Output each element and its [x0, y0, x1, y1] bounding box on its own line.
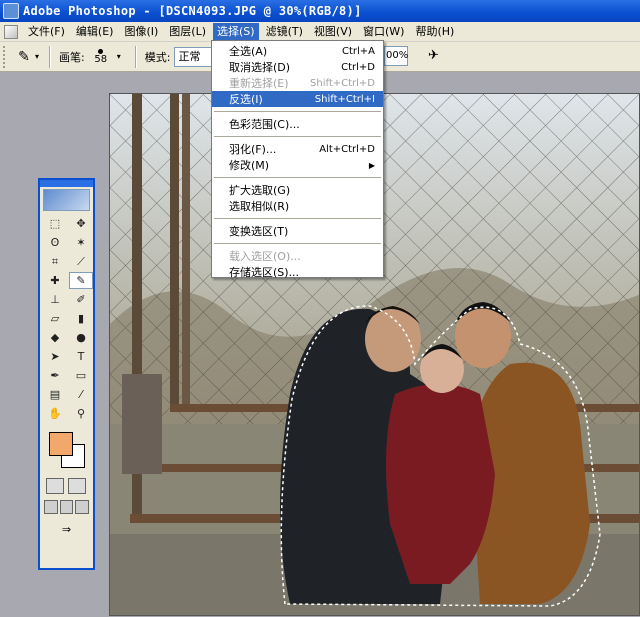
menu-item-5[interactable]: 滤镜(T)	[262, 23, 307, 41]
gradient-icon[interactable]: ▮	[69, 310, 93, 327]
menu-shortcut: Shift+Ctrl+D	[310, 77, 375, 89]
menu-separator	[214, 177, 381, 178]
brush-size: 58	[94, 53, 108, 65]
menu-item-label: 色彩范围(C)...	[229, 118, 300, 131]
mode-label: 模式:	[144, 50, 171, 64]
blur-icon[interactable]: ◆	[43, 329, 67, 346]
menu-item-7[interactable]: 窗口(W)	[359, 23, 408, 41]
magic-wand-icon[interactable]: ✶	[69, 234, 93, 251]
brush-label: 画笔:	[59, 50, 85, 64]
shape-icon[interactable]: ▭	[69, 367, 93, 384]
adobe-online-icon[interactable]	[43, 189, 90, 211]
menu-separator	[214, 111, 381, 112]
menu-bar: 文件(F) 编辑(E) 图像(I) 图层(L) 选择(S) 滤镜(T) 视图(V) 窗口(W)…	[0, 22, 640, 42]
menu-item-8[interactable]: 帮助(H)	[411, 23, 458, 41]
opacity-field[interactable]: 00%	[384, 46, 408, 66]
slice-icon[interactable]: ⟋	[69, 253, 93, 270]
menu-item-3[interactable]: 图层(L)	[165, 23, 210, 41]
divider	[49, 45, 52, 68]
options-grip[interactable]	[3, 45, 7, 68]
menu-item-label: 扩大选取(G)	[229, 184, 291, 197]
brush-picker[interactable]: 58	[89, 44, 113, 70]
menu-item-label: 重新选择(E)	[229, 77, 289, 90]
select-menu-dropdown: 全选(A) Ctrl+A 取消选择(D) Ctrl+D 重新选择(E) Shift+Ctr…	[211, 40, 384, 280]
foreground-color-swatch[interactable]	[49, 432, 73, 456]
photoshop-app-icon	[3, 3, 19, 19]
select-menu-item[interactable]: 色彩范围(C)...	[212, 116, 383, 132]
select-menu-item[interactable]: 羽化(F)... Alt+Ctrl+D	[212, 141, 383, 157]
window-title: Adobe Photoshop - [DSCN4093.JPG @ 30%(RG…	[23, 4, 362, 18]
menu-separator	[214, 243, 381, 244]
menu-item-label: 取消选择(D)	[229, 61, 291, 74]
select-menu-item[interactable]: 变换选区(T)	[212, 223, 383, 239]
pen-icon[interactable]: ✒	[43, 367, 67, 384]
select-menu-item[interactable]: 全选(A) Ctrl+A	[212, 43, 383, 59]
menu-item-label: 反选(I)	[229, 93, 263, 106]
move-icon[interactable]: ✥	[69, 215, 93, 232]
type-icon[interactable]: T	[69, 348, 93, 365]
chevron-down-icon[interactable]: ▾	[35, 52, 39, 61]
notes-icon[interactable]: ▤	[43, 386, 67, 403]
color-swatches	[43, 430, 90, 474]
chevron-down-icon[interactable]: ▾	[117, 52, 121, 61]
crop-icon[interactable]: ⌗	[43, 253, 67, 270]
select-menu-item[interactable]: 修改(M) ▶	[212, 157, 383, 173]
select-menu-item[interactable]: 载入选区(O)...	[212, 248, 383, 264]
toolbox-title-bar[interactable]	[40, 180, 93, 187]
menu-item-label: 选取相似(R)	[229, 200, 290, 213]
brush-tool-preset-icon[interactable]: ✎	[13, 46, 35, 68]
zoom-icon[interactable]: ⚲	[69, 405, 93, 422]
menu-separator	[214, 136, 381, 137]
full-screen-button[interactable]	[75, 500, 90, 514]
menu-item-1[interactable]: 编辑(E)	[72, 23, 118, 41]
menu-item-label: 存储选区(S)...	[229, 266, 300, 279]
menu-item-4[interactable]: 选择(S)	[213, 22, 259, 41]
rect-marquee-icon[interactable]: ⬚	[43, 215, 67, 232]
document-icon[interactable]	[4, 24, 18, 39]
jump-to-imageready-button[interactable]: ⇒	[44, 520, 89, 538]
path-select-icon[interactable]: ➤	[43, 348, 67, 365]
healing-brush-icon[interactable]: ✚	[43, 272, 67, 289]
menu-item-label: 修改(M)	[229, 159, 270, 172]
menu-shortcut: Ctrl+A	[341, 45, 375, 57]
menu-item-6[interactable]: 视图(V)	[310, 23, 356, 41]
eraser-icon[interactable]: ▱	[43, 310, 67, 327]
quick-mask-button[interactable]	[68, 478, 86, 494]
history-brush-icon[interactable]: ✐	[69, 291, 93, 308]
standard-mode-button[interactable]	[46, 478, 64, 494]
select-menu-item[interactable]: 取消选择(D) Ctrl+D	[212, 59, 383, 75]
clone-stamp-icon[interactable]: ⊥	[43, 291, 67, 308]
menu-item-label: 载入选区(O)...	[229, 250, 301, 263]
menu-item-0[interactable]: 文件(F)	[24, 23, 69, 41]
hand-icon[interactable]: ✋	[43, 405, 67, 422]
menu-shortcut: Shift+Ctrl+I	[314, 93, 375, 105]
airbrush-icon[interactable]: ✈	[428, 48, 446, 66]
select-menu-item[interactable]: 重新选择(E) Shift+Ctrl+D	[212, 75, 383, 91]
menu-separator	[214, 218, 381, 219]
eyedropper-icon[interactable]: ⁄	[69, 386, 93, 403]
menu-item-label: 变换选区(T)	[229, 225, 289, 238]
menu-item-label: 羽化(F)...	[229, 143, 277, 156]
select-menu-item[interactable]: 存储选区(S)...	[212, 264, 383, 280]
select-menu-item[interactable]: 扩大选取(G)	[212, 182, 383, 198]
lasso-icon[interactable]: ʘ	[43, 234, 67, 251]
menu-item-2[interactable]: 图像(I)	[120, 23, 162, 41]
full-screen-menu-button[interactable]	[59, 500, 74, 514]
standard-screen-button[interactable]	[44, 500, 58, 514]
submenu-arrow-icon: ▶	[368, 160, 375, 170]
menu-shortcut: Alt+Ctrl+D	[319, 143, 375, 155]
select-menu-item[interactable]: 选取相似(R)	[212, 198, 383, 214]
toolbox: ⬚ ✥ ʘ ✶ ⌗ ⟋ ✚ ✎ ⊥ ✐ ▱ ▮ ◆ ● ➤ T ✒ ▭ ▤ ⁄ ✋ ⚲ ⇒	[38, 178, 95, 570]
dodge-icon[interactable]: ●	[69, 329, 93, 346]
divider	[134, 45, 137, 68]
title-bar: Adobe Photoshop - [DSCN4093.JPG @ 30%(RG…	[0, 0, 640, 22]
select-menu-item[interactable]: 反选(I) Shift+Ctrl+I	[212, 91, 383, 107]
menu-shortcut: Ctrl+D	[341, 61, 375, 73]
menu-item-label: 全选(A)	[229, 45, 268, 58]
brush-icon[interactable]: ✎	[69, 272, 93, 289]
